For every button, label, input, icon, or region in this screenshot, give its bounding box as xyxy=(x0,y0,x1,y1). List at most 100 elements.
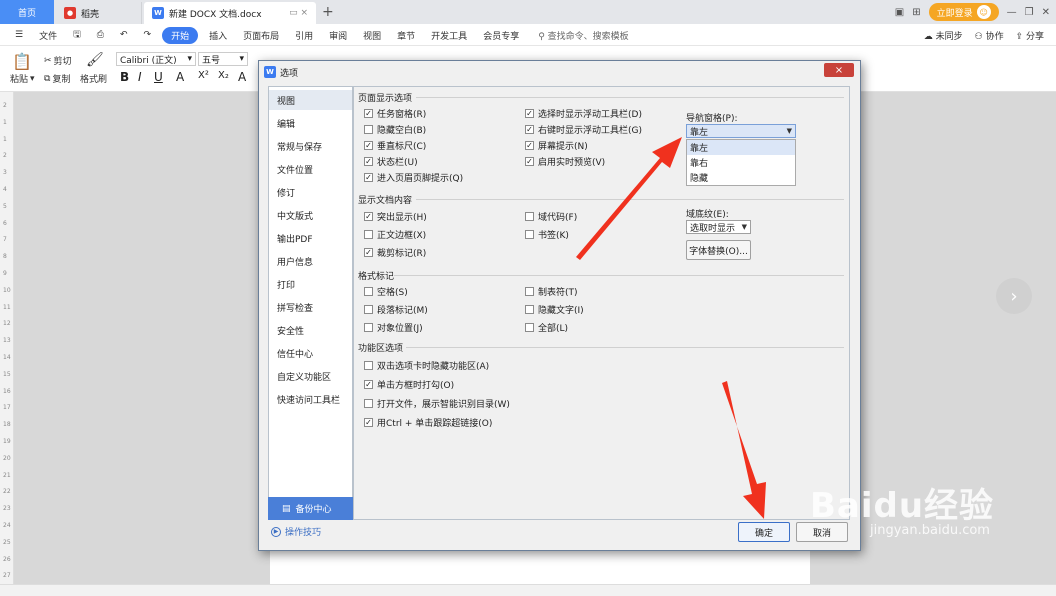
menu-references[interactable]: 引用 xyxy=(290,27,318,44)
quick-save-icon[interactable]: 🖫 xyxy=(68,25,86,45)
menu-member[interactable]: 会员专享 xyxy=(478,27,524,44)
dialog-close-button[interactable]: × xyxy=(824,63,854,77)
menu-insert[interactable]: 插入 xyxy=(204,27,232,44)
menu-page-layout[interactable]: 页面布局 xyxy=(238,27,284,44)
cut-button[interactable]: ✂ 剪切 xyxy=(44,54,72,68)
checkbox-screen-tips[interactable]: ✓ 屏幕提示(N) xyxy=(525,139,588,152)
checkbox-smart-toc[interactable]: 打开文件，展示智能识别目录(W) xyxy=(364,397,510,410)
sidebar-item-print[interactable]: 打印 xyxy=(269,274,352,294)
checkbox-dblclick-hide-ribbon[interactable]: 双击选项卡时隐藏功能区(A) xyxy=(364,359,489,372)
sidebar-item-general-save[interactable]: 常规与保存 xyxy=(269,136,352,156)
checkbox-click-to-check[interactable]: ✓ 单击方框时打勾(O) xyxy=(364,378,454,391)
subscript-button[interactable]: X₂ xyxy=(218,70,229,81)
font-family-select[interactable]: Calibri (正文) ▾ xyxy=(116,52,196,66)
ok-button[interactable]: 确定 xyxy=(738,522,790,542)
tab-home[interactable]: 首页 xyxy=(0,0,54,24)
nav-option-right[interactable]: 靠右 xyxy=(687,155,795,170)
next-page-button[interactable]: › xyxy=(996,278,1032,314)
menu-review[interactable]: 审阅 xyxy=(324,27,352,44)
sidebar-item-file-location[interactable]: 文件位置 xyxy=(269,159,352,179)
checkbox-float-toolbar-rightclick[interactable]: ✓ 右键时显示浮动工具栏(G) xyxy=(525,123,642,136)
checkbox-spaces[interactable]: 空格(S) xyxy=(364,285,408,298)
share-label: 分享 xyxy=(1025,31,1044,42)
sidebar-item-output-pdf[interactable]: 输出PDF xyxy=(269,228,352,248)
nav-option-hide[interactable]: 隐藏 xyxy=(687,170,795,185)
checkbox-label: 打开文件，展示智能识别目录(W) xyxy=(377,400,510,410)
checkbox-box: ✓ xyxy=(364,380,373,389)
checkbox-field-codes[interactable]: 域代码(F) xyxy=(525,210,577,223)
checkbox-crop-marks[interactable]: ✓ 裁剪标记(R) xyxy=(364,246,426,259)
apps-icon[interactable]: ⊞ xyxy=(912,7,920,18)
share-button[interactable]: ⇪ 分享 xyxy=(1016,29,1044,42)
font-replace-button[interactable]: 字体替换(O)... xyxy=(686,240,751,260)
format-painter-icon[interactable]: 🖌 xyxy=(86,52,104,68)
clear-format-button[interactable]: A xyxy=(238,70,246,84)
checkbox-box xyxy=(364,323,373,332)
underline-button[interactable]: U xyxy=(154,70,163,84)
paste-button[interactable]: 粘贴 ▾ xyxy=(10,72,35,86)
paste-icon[interactable]: 📋 xyxy=(12,52,32,71)
nav-pane-select[interactable]: 靠左 ▼ xyxy=(686,124,796,138)
sidebar-item-custom-ribbon[interactable]: 自定义功能区 xyxy=(269,366,352,386)
checkbox-hidden-text[interactable]: 隐藏文字(I) xyxy=(525,303,584,316)
menu-file[interactable]: 文件 xyxy=(34,27,62,44)
tips-link[interactable]: ▶ 操作技巧 xyxy=(271,525,321,538)
collab-button[interactable]: ⚇ 协作 xyxy=(975,29,1004,42)
tab-close-icon[interactable]: ▭ × xyxy=(289,8,308,18)
sidebar-item-trust-center[interactable]: 信任中心 xyxy=(269,343,352,363)
checkbox-bookmarks[interactable]: 书签(K) xyxy=(525,228,569,241)
menu-view[interactable]: 视图 xyxy=(358,27,386,44)
sync-status[interactable]: ☁ 未同步 xyxy=(924,29,963,42)
checkbox-live-preview[interactable]: ✓ 启用实时预览(V) xyxy=(525,155,605,168)
layout-icon[interactable]: ▣ xyxy=(895,7,904,18)
window-close-icon[interactable]: ✕ xyxy=(1042,7,1050,18)
checkbox-highlight[interactable]: ✓ 突出显示(H) xyxy=(364,210,427,223)
minimize-icon[interactable]: — xyxy=(1007,7,1017,18)
sidebar-item-quick-access[interactable]: 快速访问工具栏 xyxy=(269,389,352,409)
menu-home[interactable]: 开始 xyxy=(162,26,199,44)
checkbox-header-footer-tip[interactable]: ✓ 进入页眉页脚提示(Q) xyxy=(364,171,463,184)
tab-document[interactable]: W 新建 DOCX 文档.docx ▭ × xyxy=(144,2,316,24)
italic-button[interactable]: I xyxy=(138,70,142,84)
superscript-button[interactable]: X² xyxy=(198,70,209,81)
checkbox-all-marks[interactable]: 全部(L) xyxy=(525,321,568,334)
format-painter-button[interactable]: 格式刷 xyxy=(80,72,107,85)
sidebar-item-security[interactable]: 安全性 xyxy=(269,320,352,340)
checkbox-vertical-ruler[interactable]: ✓ 垂直标尺(C) xyxy=(364,139,426,152)
sidebar-item-edit[interactable]: 编辑 xyxy=(269,113,352,133)
tab-daoke[interactable]: ● 稻壳 xyxy=(56,2,142,24)
field-shading-select[interactable]: 选取时显示 ▼ xyxy=(686,220,751,234)
new-tab-button[interactable]: + xyxy=(322,4,334,20)
nav-option-left[interactable]: 靠左 xyxy=(687,140,795,155)
checkbox-float-toolbar-select[interactable]: ✓ 选择时显示浮动工具栏(D) xyxy=(525,107,642,120)
maximize-icon[interactable]: ❐ xyxy=(1025,7,1034,18)
hamburger-icon[interactable]: ☰ xyxy=(10,28,28,42)
checkbox-task-pane[interactable]: ✓ 任务窗格(R) xyxy=(364,107,426,120)
checkbox-text-border[interactable]: 正文边框(X) xyxy=(364,228,426,241)
sidebar-item-spellcheck[interactable]: 拼写检查 xyxy=(269,297,352,317)
close-icon: × xyxy=(834,64,844,76)
menu-section[interactable]: 章节 xyxy=(392,27,420,44)
undo-icon[interactable]: ↶ xyxy=(115,28,133,42)
login-button[interactable]: 立即登录 ☺ xyxy=(928,3,999,21)
checkbox-tab-chars[interactable]: 制表符(T) xyxy=(525,285,578,298)
checkbox-hide-blank[interactable]: 隐藏空白(B) xyxy=(364,123,426,136)
sidebar-item-revision[interactable]: 修订 xyxy=(269,182,352,202)
sidebar-item-view[interactable]: 视图 xyxy=(269,90,352,110)
checkbox-label: 选择时显示浮动工具栏(D) xyxy=(538,110,642,120)
font-color-button[interactable]: A xyxy=(176,70,184,84)
menu-developer[interactable]: 开发工具 xyxy=(426,27,472,44)
command-search[interactable]: ⚲ 查找命令、搜索模板 xyxy=(538,29,628,42)
redo-icon[interactable]: ↷ xyxy=(139,28,157,42)
sidebar-item-chinese-layout[interactable]: 中文版式 xyxy=(269,205,352,225)
checkbox-object-anchors[interactable]: 对象位置(J) xyxy=(364,321,423,334)
font-size-select[interactable]: 五号 ▾ xyxy=(198,52,248,66)
checkbox-paragraph-marks[interactable]: 段落标记(M) xyxy=(364,303,428,316)
checkbox-status-bar[interactable]: ✓ 状态栏(U) xyxy=(364,155,418,168)
backup-center-button[interactable]: ▤ 备份中心 xyxy=(268,497,353,520)
bold-button[interactable]: B xyxy=(120,70,129,84)
sidebar-item-user-info[interactable]: 用户信息 xyxy=(269,251,352,271)
checkbox-ctrl-click-link[interactable]: ✓ 用Ctrl + 单击跟踪超链接(O) xyxy=(364,416,492,429)
copy-button[interactable]: ⧉ 复制 xyxy=(44,72,70,86)
quick-print-icon[interactable]: ⎙ xyxy=(92,28,109,42)
